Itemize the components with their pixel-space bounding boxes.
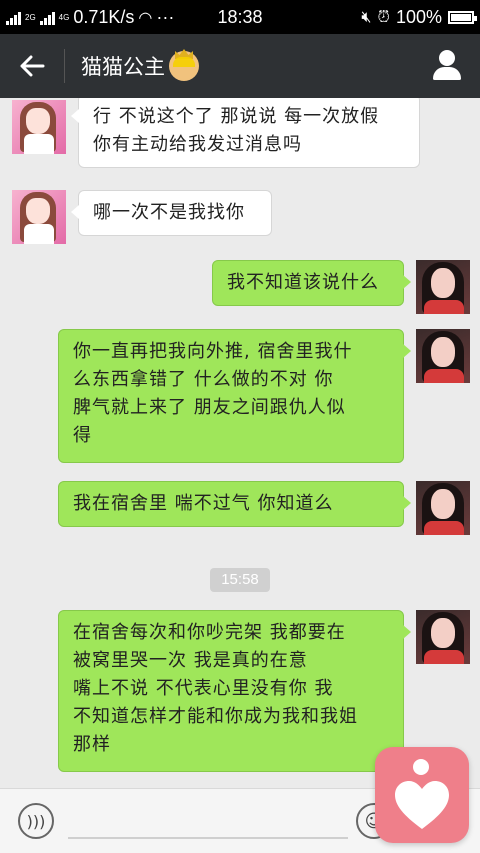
battery-percent: 100%	[395, 7, 442, 27]
message-input[interactable]	[68, 837, 348, 839]
heart-icon	[395, 781, 449, 829]
message-bubble-incoming[interactable]: 哪一次不是我找你	[71, 190, 272, 236]
message-list[interactable]: 行 不说这个了 那说说 每一次放假 你有主动给我发过消息吗 哪一次不是我找你 我…	[0, 98, 480, 788]
contact-avatar[interactable]	[12, 190, 66, 244]
mute-icon: 🔇︎	[361, 8, 372, 26]
message-bubble-outgoing[interactable]: 在宿舍每次和你吵完架 我都要在 被窝里哭一次 我是真的在意 嘴上不说 不代表心里…	[58, 610, 411, 772]
person-icon	[439, 50, 455, 66]
message-bubble-incoming[interactable]: 行 不说这个了 那说说 每一次放假 你有主动给我发过消息吗	[71, 98, 420, 168]
message-line: 我不知道该说什么	[227, 272, 379, 293]
message-line: 脾气就上来了 朋友之间跟仇人似	[73, 397, 346, 418]
voice-icon: )))	[26, 811, 46, 831]
my-avatar[interactable]	[416, 260, 470, 314]
chat-title: 猫猫公主	[81, 51, 199, 81]
message-line: 在宿舍每次和你吵完架 我都要在	[73, 622, 346, 643]
princess-emoji-icon	[169, 51, 199, 81]
message-line: 我在宿舍里 喘不过气 你知道么	[73, 493, 334, 514]
message-bubble-outgoing[interactable]: 我不知道该说什么	[212, 260, 411, 306]
message-line: 那样	[73, 734, 111, 755]
message-line: 被窝里哭一次 我是真的在意	[73, 650, 308, 671]
message-line: 嘴上不说 不代表心里没有你 我	[73, 678, 334, 699]
chat-header: 猫猫公主	[0, 34, 480, 98]
contact-avatar[interactable]	[12, 100, 66, 154]
alarm-icon: ⏰︎	[377, 8, 390, 26]
floating-heart-button[interactable]	[375, 747, 469, 843]
header-divider	[64, 49, 65, 83]
message-line: 你一直再把我向外推, 宿舍里我什	[73, 341, 353, 362]
clock: 18:38	[217, 7, 263, 27]
message-line: 不知道怎样才能和你成为我和我姐	[73, 706, 358, 727]
battery-icon	[448, 11, 477, 24]
my-avatar[interactable]	[416, 329, 470, 383]
message-line: 行 不说这个了 那说说 每一次放假	[93, 106, 380, 127]
message-timestamp: 15:58	[210, 568, 270, 592]
message-line: 你有主动给我发过消息吗	[93, 134, 302, 155]
contact-profile-button[interactable]	[430, 48, 464, 84]
status-bar: 2G 4G 0.71K/s ◠ ··· 18:38 🔇︎ ⏰︎ 100%	[0, 0, 480, 34]
voice-input-button[interactable]: )))	[18, 803, 54, 839]
back-button[interactable]	[0, 34, 64, 98]
message-bubble-outgoing[interactable]: 你一直再把我向外推, 宿舍里我什 么东西拿错了 什么做的不对 你 脾气就上来了 …	[58, 329, 411, 463]
arrow-left-icon	[20, 55, 45, 77]
heart-person-icon	[413, 759, 429, 775]
message-line: 哪一次不是我找你	[93, 202, 245, 223]
my-avatar[interactable]	[416, 610, 470, 664]
my-avatar[interactable]	[416, 481, 470, 535]
contact-name: 猫猫公主	[81, 55, 165, 79]
message-line: 么东西拿错了 什么做的不对 你	[73, 369, 334, 390]
message-bubble-outgoing[interactable]: 我在宿舍里 喘不过气 你知道么	[58, 481, 411, 527]
message-line: 得	[73, 425, 92, 446]
